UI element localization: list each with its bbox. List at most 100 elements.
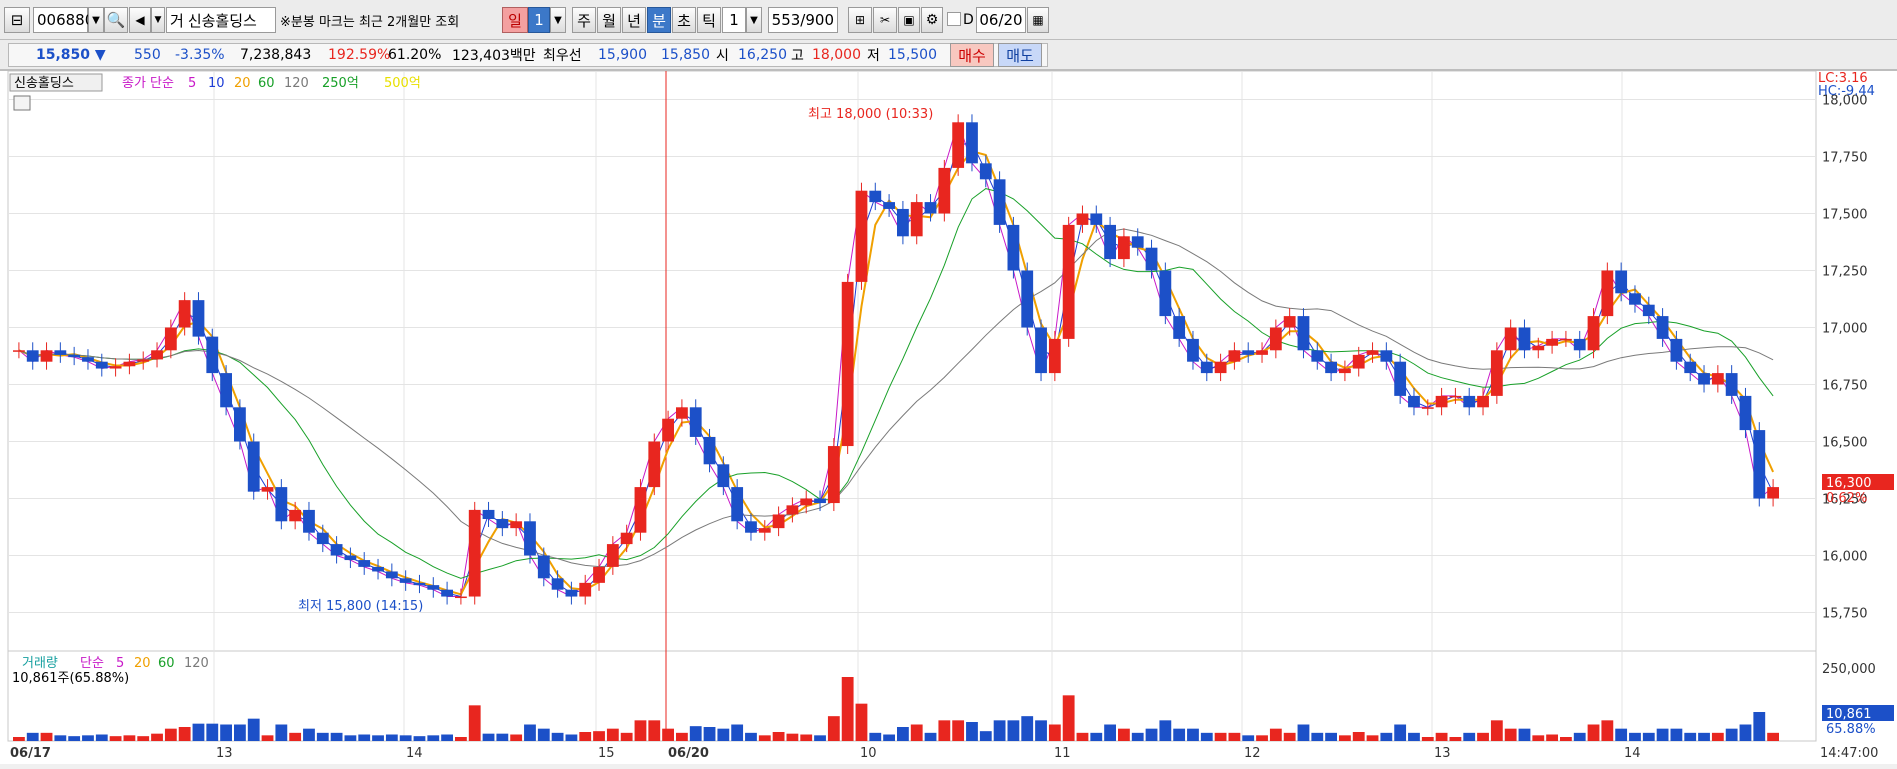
candle-body	[1187, 338, 1199, 362]
candle-body	[1076, 213, 1089, 225]
volume-bar	[1546, 734, 1558, 741]
period-week-button[interactable]: 주	[572, 7, 596, 33]
period-day-button[interactable]: 일	[502, 7, 528, 33]
count-input[interactable]: 553/900	[768, 7, 838, 33]
candle-body	[1339, 368, 1351, 374]
calendar-icon[interactable]: ▦	[1027, 7, 1049, 33]
candle-body	[979, 163, 992, 180]
volume-bar	[192, 723, 205, 741]
legend-v250: 250억	[322, 76, 359, 91]
volume-bar	[1449, 737, 1462, 741]
save-icon[interactable]: ▣	[898, 7, 920, 33]
interval-input[interactable]: 1	[722, 7, 746, 33]
candle-body	[68, 354, 81, 358]
y-tick-label: 16,500	[1822, 436, 1868, 451]
sell-button[interactable]: 매도	[998, 43, 1042, 67]
price-chart[interactable]: 18,00017,75017,50017,25017,00016,75016,5…	[0, 70, 1897, 765]
volume-bar	[26, 732, 39, 741]
volume-bar	[316, 732, 329, 741]
candle-body	[717, 464, 730, 488]
volume-bar	[1463, 732, 1476, 741]
candle-body	[178, 300, 191, 328]
volume-pct: 65.88%	[1826, 722, 1876, 737]
d-checkbox[interactable]	[947, 12, 961, 26]
volume-bar	[1560, 737, 1572, 741]
date-input[interactable]: 06/20	[976, 7, 1026, 33]
code-input[interactable]: 006880	[33, 7, 94, 33]
candle-body	[234, 407, 246, 442]
candle-body	[1629, 293, 1641, 305]
x-axis-labels: 06/17 13 14 15 06/20 10 11 12 13 14	[10, 746, 1641, 761]
volume-bar	[537, 728, 550, 741]
stock-name-field[interactable]: 거 신송홀딩스	[166, 7, 276, 33]
interval-dropdown-icon[interactable]: ▼	[746, 7, 762, 33]
period-year-button[interactable]: 년	[622, 7, 646, 33]
indicator-icon[interactable]: ⊞	[848, 7, 872, 33]
y-tick-label: 16,750	[1822, 379, 1868, 394]
period-month-button[interactable]: 월	[597, 7, 621, 33]
menu-icon[interactable]: ⊟	[4, 7, 30, 33]
candle-body	[1449, 395, 1462, 398]
tool-icon[interactable]: ✂	[873, 7, 897, 33]
candle-body	[648, 441, 661, 488]
legend-name: 신송홀딩스	[14, 76, 74, 91]
candle-body	[620, 532, 633, 545]
y-tick-label: 16,000	[1822, 550, 1868, 565]
gear-icon[interactable]: ⚙	[921, 7, 943, 33]
candle-body	[1421, 407, 1434, 409]
candle-body	[1435, 395, 1448, 408]
candle-body	[606, 544, 619, 567]
volume-bar	[1642, 732, 1655, 741]
volume-bar	[137, 736, 150, 741]
volume-bar	[1242, 735, 1255, 741]
buy-button[interactable]: 매수	[950, 43, 994, 67]
candle-body	[745, 521, 757, 533]
candle-body	[1394, 361, 1407, 396]
period-day-count[interactable]: 1	[528, 7, 550, 33]
speaker-dropdown-icon[interactable]: ▼	[151, 7, 165, 33]
volume-bar	[1490, 720, 1503, 741]
candle-body	[1062, 224, 1075, 339]
volume-bar	[1339, 735, 1351, 741]
candle-body	[455, 596, 467, 599]
calendar-mini-icon[interactable]	[13, 95, 31, 111]
period-second-button[interactable]: 초	[672, 7, 696, 33]
candle-body	[1173, 316, 1186, 339]
candle-body	[938, 167, 951, 214]
candle-body	[1104, 224, 1116, 260]
volume-bar	[1173, 728, 1186, 741]
code-dropdown-icon[interactable]: ▼	[88, 7, 104, 33]
volume-bar	[869, 732, 882, 741]
candle-body	[1145, 247, 1158, 271]
candle-body	[1463, 395, 1476, 408]
x-tick-label: 15	[598, 746, 615, 761]
volume-bar	[910, 724, 923, 741]
candle-body	[1311, 350, 1324, 362]
volume-bar	[1256, 735, 1268, 741]
low-label: 저	[867, 48, 880, 64]
best-bid: 15,850	[661, 47, 710, 63]
volume-legend-p120: 120	[184, 656, 209, 671]
candle-body	[1380, 350, 1393, 362]
volume-bar	[731, 724, 744, 741]
y-tick-label: 15,750	[1822, 607, 1868, 622]
y-tick-label: 17,000	[1822, 322, 1868, 337]
period-dropdown-icon[interactable]: ▼	[550, 7, 566, 33]
period-minute-button[interactable]: 분	[647, 7, 671, 33]
candle-body	[1228, 350, 1241, 362]
volume-bar	[1352, 732, 1365, 741]
x-tick-label: 12	[1244, 746, 1261, 761]
volume-bar	[13, 737, 25, 741]
volume-bar	[40, 732, 53, 741]
speaker-icon[interactable]: ◀	[129, 7, 151, 33]
period-tick-button[interactable]: 틱	[697, 7, 721, 33]
d-checkbox-label: D	[963, 12, 974, 28]
volume-bar	[551, 732, 564, 741]
candle-body	[524, 521, 536, 556]
search-icon[interactable]: 🔍	[104, 7, 128, 33]
y-axis-ticks: 18,00017,75017,50017,25017,00016,75016,5…	[1822, 94, 1868, 622]
candle-body	[1518, 327, 1531, 351]
x-tick-label: 10	[860, 746, 877, 761]
candle-body	[26, 350, 39, 362]
volume-bar	[786, 733, 799, 741]
